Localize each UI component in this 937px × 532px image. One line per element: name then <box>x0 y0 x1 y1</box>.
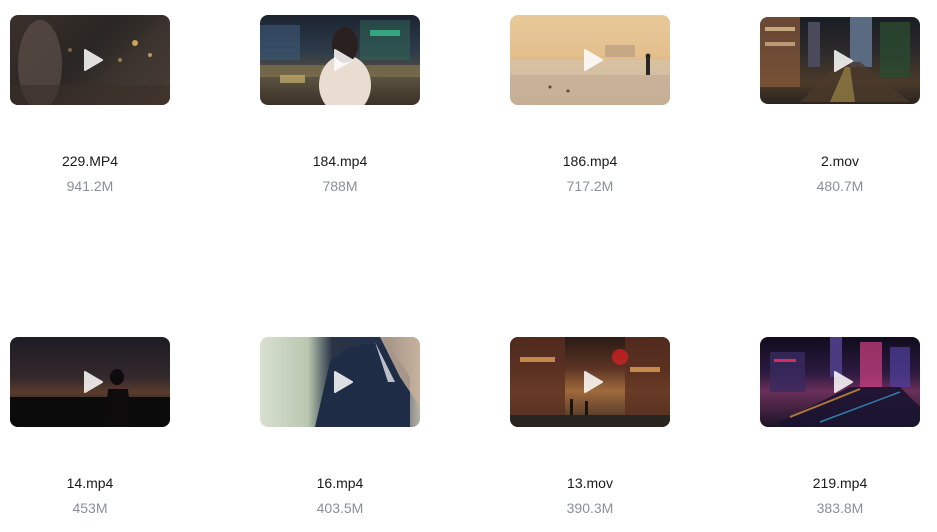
video-filesize: 941.2M <box>66 178 114 194</box>
play-icon[interactable] <box>332 371 354 393</box>
video-filesize: 403.5M <box>316 500 364 516</box>
video-thumbnail[interactable] <box>510 337 670 427</box>
video-filename: 14.mp4 <box>66 475 114 491</box>
video-filename: 2.mov <box>820 153 860 169</box>
play-icon[interactable] <box>832 371 854 393</box>
video-item[interactable]: 186.mp4 717.2M <box>500 15 680 205</box>
video-filename: 186.mp4 <box>562 153 618 169</box>
play-icon[interactable] <box>582 49 604 71</box>
video-filesize: 383.8M <box>816 500 864 516</box>
video-filename: 229.MP4 <box>61 153 119 169</box>
play-icon[interactable] <box>582 371 604 393</box>
video-filesize: 390.3M <box>566 500 614 516</box>
video-item[interactable]: 184.mp4 788M <box>250 15 430 205</box>
video-filename: 16.mp4 <box>316 475 364 491</box>
video-item[interactable]: 219.mp4 383.8M <box>750 337 930 527</box>
video-thumbnail[interactable] <box>760 337 920 427</box>
video-filesize: 717.2M <box>566 178 614 194</box>
video-filename: 219.mp4 <box>812 475 868 491</box>
video-item[interactable]: 2.mov 480.7M <box>750 15 930 205</box>
video-filesize: 453M <box>72 500 108 516</box>
play-icon[interactable] <box>832 49 854 72</box>
video-filesize: 788M <box>322 178 358 194</box>
play-icon[interactable] <box>82 371 104 393</box>
play-icon[interactable] <box>82 49 104 71</box>
video-thumbnail[interactable] <box>510 15 670 105</box>
video-filename: 13.mov <box>567 475 613 491</box>
video-thumbnail[interactable] <box>10 337 170 427</box>
video-item[interactable]: 229.MP4 941.2M <box>0 15 180 205</box>
play-icon[interactable] <box>332 49 354 71</box>
video-grid: 229.MP4 941.2M 184.mp4 788M 186.mp4 717.… <box>0 0 937 532</box>
video-item[interactable]: 13.mov 390.3M <box>500 337 680 527</box>
video-filename: 184.mp4 <box>312 153 368 169</box>
video-item[interactable]: 14.mp4 453M <box>0 337 180 527</box>
video-thumbnail[interactable] <box>10 15 170 105</box>
video-thumbnail[interactable] <box>760 17 920 104</box>
video-item[interactable]: 16.mp4 403.5M <box>250 337 430 527</box>
video-thumbnail[interactable] <box>260 15 420 105</box>
video-thumbnail[interactable] <box>260 337 420 427</box>
video-filesize: 480.7M <box>816 178 864 194</box>
